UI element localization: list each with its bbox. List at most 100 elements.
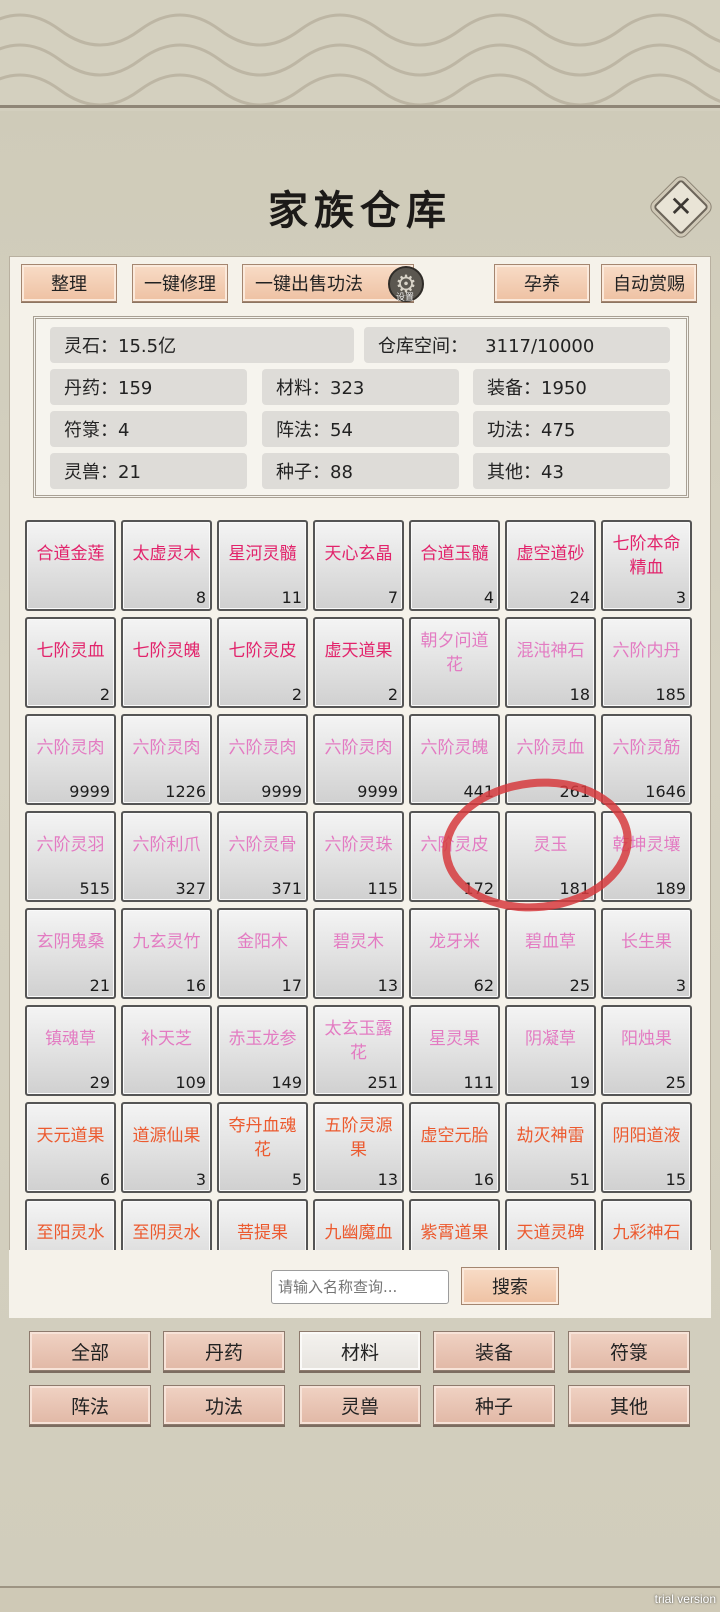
item-name: 六阶灵皮	[420, 835, 489, 855]
close-button[interactable]: ✕	[652, 178, 710, 236]
item-slot[interactable]: 七阶灵血 2	[25, 617, 116, 708]
item-slot[interactable]: 镇魂草 29	[25, 1005, 116, 1096]
item-slot[interactable]: 长生果 3	[601, 908, 692, 999]
item-slot[interactable]: 金阳木 17	[217, 908, 308, 999]
item-slot[interactable]: 阴阳道液 15	[601, 1102, 692, 1193]
item-slot[interactable]: 六阶灵骨 371	[217, 811, 308, 902]
item-slot[interactable]: 合道金莲	[25, 520, 116, 611]
item-slot[interactable]: 九彩神石	[601, 1199, 692, 1250]
item-slot[interactable]: 六阶灵肉 9999	[217, 714, 308, 805]
tab-3[interactable]: 装备	[433, 1331, 555, 1371]
auto-reward-button[interactable]: 自动赏赐	[601, 264, 697, 302]
item-name: 天心玄晶	[324, 544, 393, 564]
item-slot[interactable]: 六阶灵血 261	[505, 714, 596, 805]
item-slot[interactable]: 天元道果 6	[25, 1102, 116, 1193]
item-slot[interactable]: 六阶灵筋 1646	[601, 714, 692, 805]
tab-4[interactable]: 符箓	[568, 1331, 690, 1371]
item-slot[interactable]: 至阳灵水	[25, 1199, 116, 1250]
item-slot[interactable]: 朝夕问道花	[409, 617, 500, 708]
search-input[interactable]	[271, 1270, 449, 1304]
item-slot[interactable]: 太虚灵木 8	[121, 520, 212, 611]
item-name: 阴凝草	[525, 1029, 576, 1049]
tab-5[interactable]: 阵法	[29, 1385, 151, 1425]
repair-all-button[interactable]: 一键修理	[132, 264, 228, 302]
item-slot[interactable]: 道源仙果 3	[121, 1102, 212, 1193]
item-name: 碧血草	[525, 932, 576, 952]
item-slot[interactable]: 劫灭神雷 51	[505, 1102, 596, 1193]
item-count: 15	[665, 1170, 686, 1189]
tidy-button[interactable]: 整理	[21, 264, 117, 302]
item-slot[interactable]: 赤玉龙参 149	[217, 1005, 308, 1096]
item-count: 29	[89, 1073, 110, 1092]
item-slot[interactable]: 七阶灵魄	[121, 617, 212, 708]
item-slot[interactable]: 六阶灵羽 515	[25, 811, 116, 902]
item-count: 172	[463, 879, 494, 898]
item-slot[interactable]: 六阶灵魄 441	[409, 714, 500, 805]
item-count: 24	[569, 588, 590, 607]
item-slot[interactable]: 天心玄晶 7	[313, 520, 404, 611]
item-slot[interactable]: 至阴灵水	[121, 1199, 212, 1250]
item-slot[interactable]: 虚空元胎 16	[409, 1102, 500, 1193]
item-slot[interactable]: 夺丹血魂花 5	[217, 1102, 308, 1193]
item-slot[interactable]: 混沌神石 18	[505, 617, 596, 708]
item-slot[interactable]: 龙牙米 62	[409, 908, 500, 999]
item-slot[interactable]: 六阶灵肉 9999	[313, 714, 404, 805]
item-slot[interactable]: 虚空道砂 24	[505, 520, 596, 611]
item-slot[interactable]: 六阶利爪 327	[121, 811, 212, 902]
item-count: 2	[99, 685, 110, 704]
item-slot[interactable]: 九玄灵竹 16	[121, 908, 212, 999]
item-slot[interactable]: 菩提果	[217, 1199, 308, 1250]
settings-gear-button[interactable]: ⚙ 设置	[388, 266, 424, 303]
item-name: 六阶灵筋	[612, 738, 681, 758]
tab-1[interactable]: 丹药	[163, 1331, 285, 1371]
incubate-button[interactable]: 孕养	[494, 264, 590, 302]
item-slot[interactable]: 六阶灵皮 172	[409, 811, 500, 902]
item-count: 16	[473, 1170, 494, 1189]
item-count: 327	[175, 879, 206, 898]
item-slot[interactable]: 玄阴鬼桑 21	[25, 908, 116, 999]
item-slot[interactable]: 天道灵碑	[505, 1199, 596, 1250]
item-name: 七阶灵魄	[132, 641, 201, 661]
item-slot[interactable]: 六阶灵珠 115	[313, 811, 404, 902]
item-count: 185	[655, 685, 686, 704]
item-slot[interactable]: 六阶内丹 185	[601, 617, 692, 708]
item-name: 七阶灵血	[36, 641, 105, 661]
item-name: 龙牙米	[429, 932, 480, 952]
item-name: 至阳灵水	[36, 1223, 105, 1243]
item-slot[interactable]: 补天芝 109	[121, 1005, 212, 1096]
stat-beast: 灵兽：21	[50, 453, 247, 489]
tab-8[interactable]: 种子	[433, 1385, 555, 1425]
item-slot[interactable]: 星灵果 111	[409, 1005, 500, 1096]
item-slot[interactable]: 九幽魔血	[313, 1199, 404, 1250]
item-slot[interactable]: 合道玉髓 4	[409, 520, 500, 611]
tab-2[interactable]: 材料	[299, 1331, 421, 1371]
item-name: 星河灵髓	[228, 544, 297, 564]
item-slot[interactable]: 七阶本命精血 3	[601, 520, 692, 611]
item-slot[interactable]: 乾坤灵壤 189	[601, 811, 692, 902]
item-slot[interactable]: 阴凝草 19	[505, 1005, 596, 1096]
tab-6[interactable]: 功法	[163, 1385, 285, 1425]
item-name: 长生果	[621, 932, 672, 952]
item-slot[interactable]: 六阶灵肉 1226	[121, 714, 212, 805]
item-slot[interactable]: 紫霄道果	[409, 1199, 500, 1250]
item-slot[interactable]: 五阶灵源果 13	[313, 1102, 404, 1193]
tab-0[interactable]: 全部	[29, 1331, 151, 1371]
item-name: 太玄玉露花	[324, 1019, 393, 1063]
item-slot[interactable]: 星河灵髓 11	[217, 520, 308, 611]
item-slot[interactable]: 虚天道果 2	[313, 617, 404, 708]
stat-material: 材料：323	[262, 369, 459, 405]
item-slot[interactable]: 灵玉 181	[505, 811, 596, 902]
item-slot[interactable]: 阳烛果 25	[601, 1005, 692, 1096]
item-name: 七阶本命精血	[612, 534, 681, 578]
item-name: 灵玉	[533, 835, 568, 855]
tab-9[interactable]: 其他	[568, 1385, 690, 1425]
item-slot[interactable]: 七阶灵皮 2	[217, 617, 308, 708]
item-slot[interactable]: 太玄玉露花 251	[313, 1005, 404, 1096]
item-slot[interactable]: 六阶灵肉 9999	[25, 714, 116, 805]
search-button[interactable]: 搜索	[461, 1267, 559, 1305]
tab-7[interactable]: 灵兽	[299, 1385, 421, 1425]
item-slot[interactable]: 碧灵木 13	[313, 908, 404, 999]
item-slot[interactable]: 碧血草 25	[505, 908, 596, 999]
item-name: 六阶灵魄	[420, 738, 489, 758]
item-name: 六阶灵肉	[228, 738, 297, 758]
